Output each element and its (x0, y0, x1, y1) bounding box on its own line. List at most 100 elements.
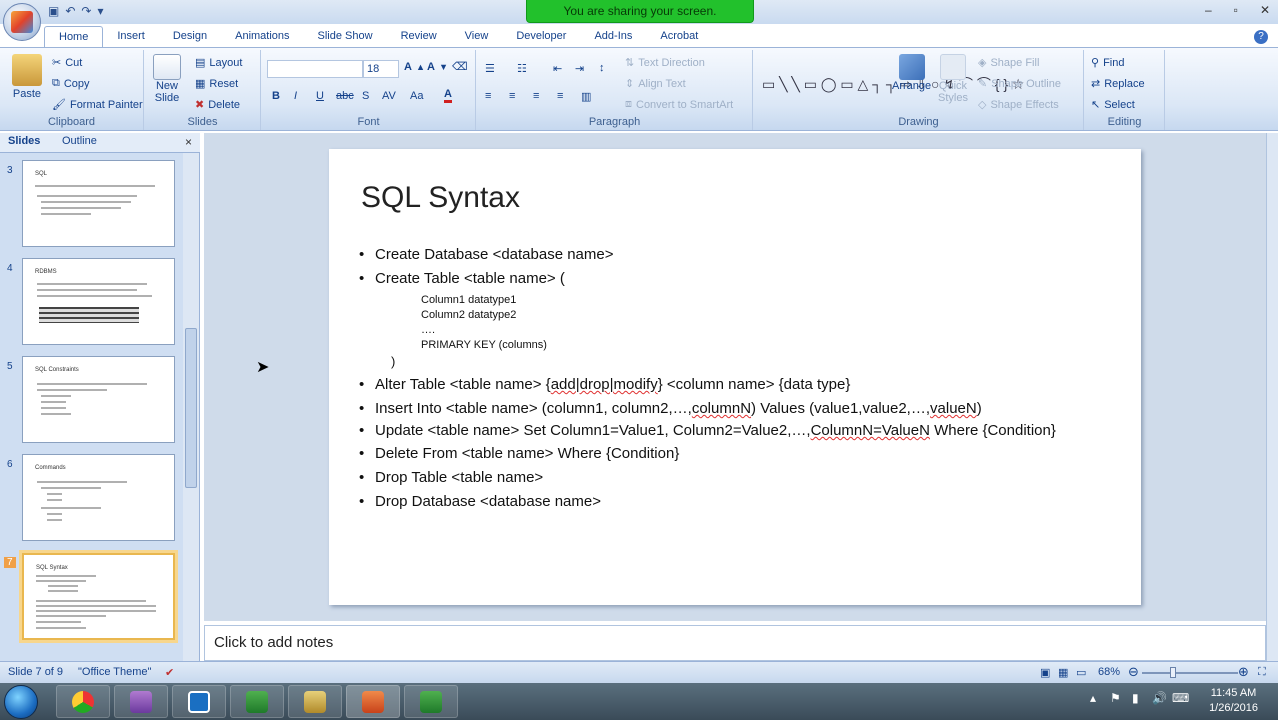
underline-button[interactable]: U (316, 90, 324, 102)
screen-share-banner[interactable]: You are sharing your screen. (526, 0, 754, 23)
slide-thumbnail-selected[interactable]: SQL Syntax (22, 553, 175, 640)
increase-indent-button[interactable]: ⇥ (575, 62, 584, 75)
clear-format-icon[interactable]: ⌫ (452, 60, 468, 73)
font-color-button[interactable]: A (444, 88, 452, 103)
network-icon[interactable]: ▮ (1132, 691, 1139, 705)
taskbar-app-3[interactable] (172, 685, 226, 718)
align-center-button[interactable]: ≡ (509, 90, 515, 102)
zoom-in-icon[interactable]: ⊕ (1238, 664, 1249, 680)
tab-outline[interactable]: Outline (62, 135, 97, 147)
slide-thumbnail[interactable]: RDBMS (22, 258, 175, 345)
zoom-level[interactable]: 68% (1098, 666, 1120, 678)
taskbar-powerpoint[interactable] (346, 685, 400, 718)
arrange-button[interactable]: Arrange (892, 54, 931, 93)
maximize-button[interactable]: ▫ (1234, 3, 1238, 17)
quick-styles-button[interactable]: Quick Styles (938, 54, 968, 104)
slide-scrollbar[interactable] (1266, 133, 1278, 663)
tab-acrobat[interactable]: Acrobat (646, 26, 712, 48)
language-icon[interactable]: ⌨ (1172, 691, 1189, 705)
shape-effects-button[interactable]: ◇ Shape Effects (978, 98, 1059, 112)
slide-thumbnail[interactable]: SQL Constraints (22, 356, 175, 443)
tab-developer[interactable]: Developer (502, 26, 580, 48)
convert-smartart-button[interactable]: ⧈ Convert to SmartArt (625, 98, 733, 111)
save-icon[interactable]: ▣ (48, 4, 59, 18)
minimize-button[interactable]: – (1205, 3, 1212, 17)
text-direction-button[interactable]: ⇅ Text Direction (625, 56, 705, 70)
bold-button[interactable]: B (272, 90, 280, 102)
slide-sorter-icon[interactable]: ▦ (1058, 666, 1068, 679)
zoom-slider-handle[interactable] (1170, 667, 1176, 678)
justify-button[interactable]: ≡ (557, 90, 563, 102)
help-icon[interactable]: ? (1254, 30, 1268, 44)
panel-scrollbar[interactable] (183, 153, 199, 663)
char-spacing-button[interactable]: AV (382, 90, 396, 102)
find-button[interactable]: ⚲ Find (1091, 56, 1124, 70)
shrink-font-button[interactable]: A ▼ (427, 61, 448, 73)
align-right-button[interactable]: ≡ (533, 90, 539, 102)
close-panel-icon[interactable]: × (185, 135, 192, 149)
tab-animations[interactable]: Animations (221, 26, 303, 48)
start-button[interactable] (4, 685, 38, 719)
slide-thumbnail[interactable]: SQL (22, 160, 175, 247)
font-size-select[interactable]: 18 (363, 60, 399, 78)
format-painter-button[interactable]: 🖌 Format Painter (52, 98, 143, 112)
volume-icon[interactable]: 🔊 (1152, 691, 1167, 705)
font-name-select[interactable] (267, 60, 363, 78)
align-left-button[interactable]: ≡ (485, 90, 491, 102)
layout-button[interactable]: ▤ Layout (195, 56, 242, 70)
taskbar-app-5[interactable] (288, 685, 342, 718)
grow-font-button[interactable]: A ▲ (404, 61, 425, 73)
tab-slides[interactable]: Slides (8, 135, 40, 147)
taskbar-app-7[interactable] (404, 685, 458, 718)
tab-insert[interactable]: Insert (103, 26, 159, 48)
change-case-button[interactable]: Aa (410, 90, 423, 102)
fit-window-icon[interactable]: ⛶ (1258, 666, 1266, 679)
notes-pane[interactable]: Click to add notes (204, 625, 1266, 661)
shape-fill-button[interactable]: ◈ Shape Fill (978, 56, 1039, 70)
tab-view[interactable]: View (451, 26, 503, 48)
paste-button[interactable]: Paste (12, 54, 42, 100)
columns-button[interactable]: ▥ (581, 90, 591, 103)
tray-arrow-icon[interactable]: ▴ (1090, 691, 1096, 705)
bullets-button[interactable]: ☰ (485, 62, 495, 75)
italic-button[interactable]: I (294, 90, 297, 102)
taskbar-app-2[interactable] (114, 685, 168, 718)
tab-slide-show[interactable]: Slide Show (304, 26, 387, 48)
slide-title[interactable]: SQL Syntax (361, 181, 520, 215)
tab-design[interactable]: Design (159, 26, 221, 48)
customize-qat-icon[interactable]: ▾ (97, 4, 103, 18)
normal-view-icon[interactable]: ▣ (1040, 666, 1050, 679)
taskbar-app-4[interactable] (230, 685, 284, 718)
slide-thumbnail[interactable]: Commands (22, 454, 175, 541)
zoom-slider[interactable] (1142, 672, 1238, 674)
tab-add-ins[interactable]: Add-Ins (580, 26, 646, 48)
slide-canvas[interactable]: SQL Syntax Create Database <database nam… (329, 149, 1141, 605)
taskbar-chrome[interactable] (56, 685, 110, 718)
spelling-check-icon[interactable]: ✔ (165, 666, 174, 679)
slideshow-view-icon[interactable]: ▭ (1076, 666, 1086, 679)
copy-button[interactable]: ⧉ Copy (52, 77, 90, 90)
cut-button[interactable]: ✂ Cut (52, 56, 82, 70)
align-text-button[interactable]: ⇕ Align Text (625, 77, 686, 91)
decrease-indent-button[interactable]: ⇤ (553, 62, 562, 75)
system-clock[interactable]: 11:45 AM 1/26/2016 (1209, 686, 1258, 716)
delete-slide-button[interactable]: ✖ Delete (195, 98, 240, 112)
action-center-icon[interactable]: ⚑ (1110, 691, 1121, 705)
undo-icon[interactable]: ↶ (65, 4, 75, 18)
zoom-out-icon[interactable]: ⊖ (1128, 664, 1139, 680)
strikethrough-button[interactable]: abc (336, 90, 354, 102)
shape-outline-button[interactable]: ✎ Shape Outline (978, 77, 1061, 91)
reset-button[interactable]: ▦ Reset (195, 77, 238, 91)
close-button[interactable]: ✕ (1260, 3, 1270, 17)
shapes-gallery[interactable]: ▭ ╲ ╲ ▭ ◯ ▭ △ ┐ ┐ ⇨ ⇩ ○ ↯ ⌒ ⌒ { } ☆ (762, 56, 1025, 112)
select-button[interactable]: ↖ Select (1091, 98, 1135, 112)
tab-home[interactable]: Home (44, 26, 104, 48)
office-button[interactable] (3, 3, 41, 41)
slide-body[interactable]: Create Database <database name> Create T… (359, 245, 1129, 516)
panel-scrollbar-thumb[interactable] (185, 328, 197, 488)
tab-review[interactable]: Review (387, 26, 451, 48)
redo-icon[interactable]: ↷ (81, 4, 91, 18)
shadow-button[interactable]: S (362, 90, 369, 102)
numbering-button[interactable]: ☷ (517, 62, 527, 75)
replace-button[interactable]: ⇄ Replace (1091, 77, 1145, 91)
